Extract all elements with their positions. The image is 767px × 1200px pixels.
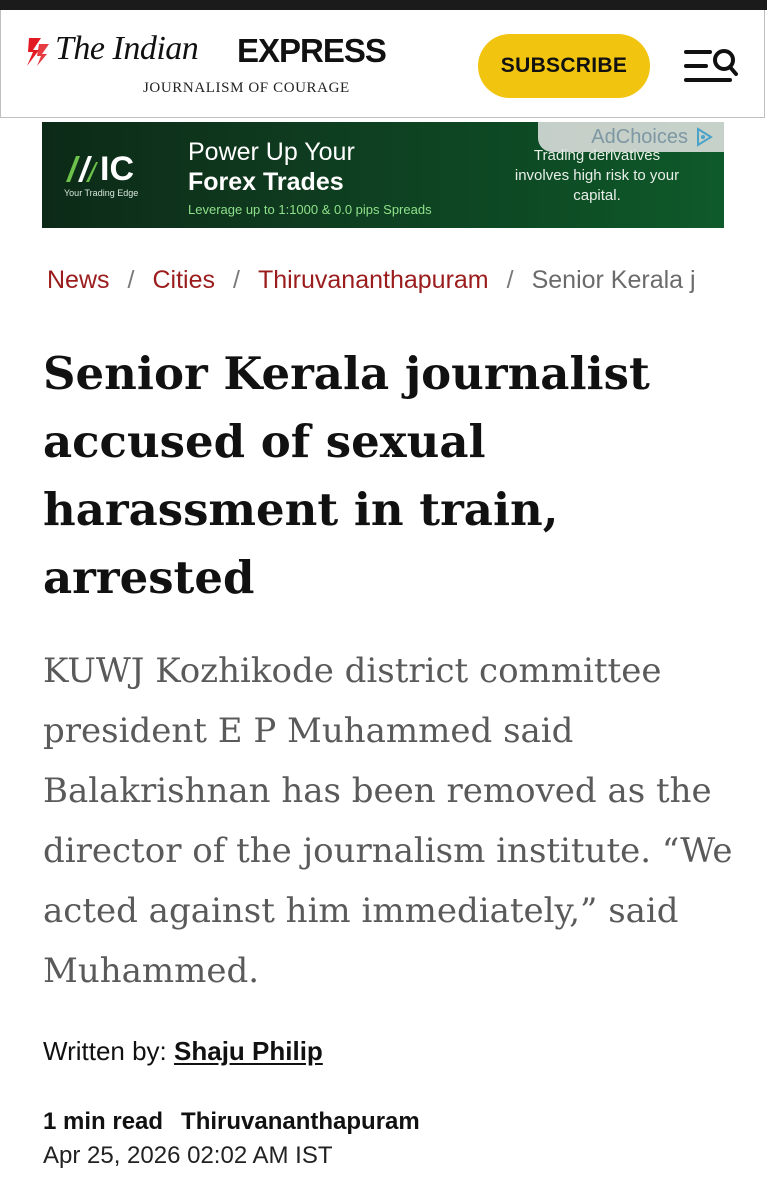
menu-search-icon[interactable] xyxy=(684,44,740,88)
breadcrumb-cities[interactable]: Cities xyxy=(152,266,215,294)
adchoices-button[interactable]: AdChoices xyxy=(538,122,724,152)
breadcrumb-news[interactable]: News xyxy=(47,266,110,294)
breadcrumb: News / Cities / Thiruvananthapuram / Senior Ke… xyxy=(47,266,767,300)
read-time: 1 min read xyxy=(43,1108,164,1135)
subscribe-button[interactable]: SUBSCRIBE xyxy=(478,34,650,98)
site-header: The Indian EXPRESS JOURNALISM OF COURAGE… xyxy=(0,10,765,118)
article-summary: KUWJ Kozhikode district committee presid… xyxy=(43,651,733,991)
logo-mark-icon xyxy=(27,38,49,66)
breadcrumb-thiruvananthapuram[interactable]: Thiruvananthapuram xyxy=(258,266,489,294)
ad-logo-mark-icon xyxy=(66,156,98,182)
article-meta: 1 min read Thiruvananthapuram xyxy=(43,1108,420,1136)
ad-brand-logo: IC Your Trading Edge xyxy=(64,150,164,200)
ad-headline-line1: Power Up Your xyxy=(188,138,355,166)
site-logo[interactable]: The Indian EXPRESS JOURNALISM OF COURAGE xyxy=(25,30,387,110)
logo-text-express: EXPRESS xyxy=(237,32,387,69)
breadcrumb-separator: / xyxy=(232,266,240,294)
article-location: Thiruvananthapuram xyxy=(181,1108,420,1135)
publish-date: Apr 25, 2026 02:02 AM IST xyxy=(43,1142,333,1169)
article-title: Senior Kerala journalist accused of sexu… xyxy=(43,347,650,604)
ad-subtext: Leverage up to 1:1000 & 0.0 pips Spreads xyxy=(188,202,432,217)
breadcrumb-separator: / xyxy=(127,266,135,294)
ad-logo-subtext: Your Trading Edge xyxy=(64,188,139,198)
adchoices-label: AdChoices xyxy=(591,125,688,148)
breadcrumb-current: Senior Kerala j xyxy=(531,266,696,294)
adchoices-icon xyxy=(697,127,713,147)
logo-tagline: JOURNALISM OF COURAGE xyxy=(143,80,350,96)
ad-risk-warning: Trading derivatives involves high risk t… xyxy=(514,147,680,204)
byline: Written by: Shaju Philip xyxy=(43,1036,323,1067)
ad-logo-text: IC xyxy=(100,150,134,188)
logo-text-the: The Indian xyxy=(55,30,199,67)
advertisement-banner[interactable]: IC Your Trading Edge Power Up Your Forex… xyxy=(42,122,724,228)
ad-headline-line2: Forex Trades xyxy=(188,168,344,196)
breadcrumb-separator: / xyxy=(506,266,514,294)
status-bar xyxy=(0,0,767,10)
author-link[interactable]: Shaju Philip xyxy=(174,1036,323,1066)
byline-label: Written by: xyxy=(43,1036,167,1066)
